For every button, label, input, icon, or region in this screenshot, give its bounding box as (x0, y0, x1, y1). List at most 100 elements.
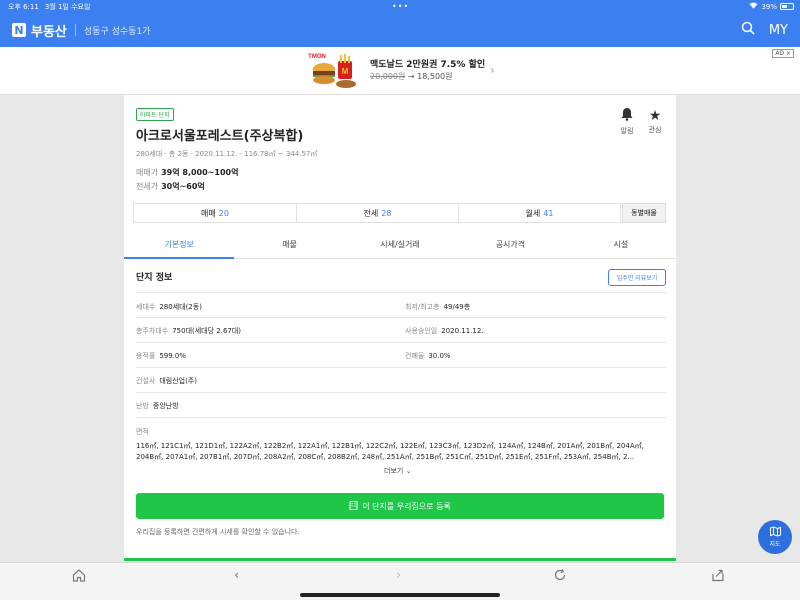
battery-icon (780, 3, 794, 10)
info-value: 750대(세대당 2.67대) (172, 327, 242, 335)
ad-title[interactable]: 맥도날드 2만원권 7.5% 할인 (370, 57, 485, 70)
location-label[interactable]: 성동구 성수동1가 (84, 24, 151, 37)
section-title: 단지 정보 (136, 273, 173, 283)
info-approval-date: 사용승인일 2020.11.12. (405, 326, 484, 336)
trade-label: 매매 (201, 208, 216, 218)
divider (136, 392, 666, 393)
naver-logo[interactable]: N (12, 23, 26, 37)
share-icon[interactable] (711, 568, 725, 586)
tab-listings[interactable]: 매물 (234, 230, 344, 258)
trade-label: 전세 (363, 208, 379, 218)
status-bar: 오후 6:11 3월 1일 수요일 ••• 39% (0, 0, 800, 13)
area-list-line: 204B㎡, 207A1㎡, 207B1㎡, 207D㎡, 208A2㎡, 20… (136, 453, 635, 461)
chevron-down-icon: ⌄ (405, 467, 412, 475)
divider (136, 367, 666, 368)
favorite-button[interactable]: ★ 관심 (643, 107, 667, 135)
map-button[interactable]: 지도 (758, 520, 792, 554)
info-label: 사용승인일 (405, 327, 438, 335)
wifi-icon (749, 2, 758, 11)
sale-price-value: 39억 8,000~100억 (161, 168, 239, 177)
tab-bar: 기본정보 매물 시세/실거래 공시가격 시설 (124, 230, 676, 259)
home-icon[interactable] (72, 568, 86, 586)
complex-title: 아크로서울포레스트(주상복합) (136, 129, 304, 144)
more-label: 더보기 (384, 467, 404, 475)
info-value: 대림산업(주) (159, 377, 197, 385)
tab-price-transactions[interactable]: 시세/실거래 (345, 230, 455, 258)
ad-price: 20,000원 → 18,500원 (370, 71, 453, 82)
building-icon (349, 500, 358, 512)
my-button[interactable]: MY (769, 23, 788, 38)
alarm-label: 알림 (620, 127, 634, 135)
ad-old-price: 20,000원 (370, 72, 406, 81)
status-time: 오후 6:11 (8, 2, 39, 11)
chevron-left-icon[interactable]: ‹ (234, 568, 239, 583)
tab-basic-info[interactable]: 기본정보 (124, 230, 235, 259)
svg-text:TMON: TMON (308, 54, 326, 60)
trade-sale-tab[interactable]: 매매 20 (133, 203, 297, 223)
area-list-line: 116㎡, 121C1㎡, 121D1㎡, 122A2㎡, 122B2㎡, 12… (136, 442, 644, 450)
trade-count-bar: 매매 20 전세 28 월세 41 (133, 203, 621, 223)
battery-percent: 39% (761, 2, 777, 11)
refresh-icon[interactable] (553, 568, 567, 586)
star-icon: ★ (648, 108, 662, 124)
svg-text:M: M (342, 67, 349, 76)
complex-meta: 280세대 · 총 2동 · 2020.11.12. · 116.78㎡ ~ 3… (136, 150, 318, 158)
info-parking: 총주차대수 750대(세대당 2.67대) (136, 326, 241, 336)
trade-monthly-tab[interactable]: 월세 41 (458, 203, 621, 223)
map-icon (769, 526, 781, 539)
register-home-button[interactable]: 이 단지를 우리집으로 등록 (136, 493, 664, 519)
complex-card: 아파트·단지 아크로서울포레스트(주상복합) 280세대 · 총 2동 · 20… (124, 95, 676, 561)
trade-count: 20 (218, 208, 229, 218)
tab-facilities[interactable]: 시설 (566, 230, 676, 258)
home-indicator[interactable] (300, 593, 500, 597)
divider (136, 317, 666, 318)
info-label: 건폐율 (405, 352, 425, 360)
info-label: 난방 (136, 402, 149, 410)
info-households: 세대수 280세대(2동) (136, 302, 202, 312)
divider (136, 292, 666, 293)
trade-jeonse-tab[interactable]: 전세 28 (296, 203, 459, 223)
jeonse-price-label: 전세가 (136, 182, 159, 191)
info-heating: 난방 중앙난방 (136, 401, 179, 411)
sale-price-row: 매매가 39억 8,000~100억 (136, 167, 238, 178)
favorite-label: 관심 (648, 126, 662, 134)
register-home-label: 이 단지를 우리집으로 등록 (362, 501, 451, 511)
brand-title[interactable]: 부동산 (31, 21, 67, 40)
resident-review-button[interactable]: 입주민 리뷰보기 (608, 269, 666, 286)
top-nav-bar: N 부동산 성동구 성수동1가 MY (0, 13, 800, 47)
info-label: 용적률 (136, 352, 156, 360)
info-label: 건설사 (136, 377, 156, 385)
info-value: 중앙난방 (152, 402, 179, 410)
bell-icon (615, 107, 639, 126)
status-date: 3월 1일 수요일 (44, 2, 91, 11)
same-building-button[interactable]: 동별매물 (622, 203, 666, 223)
chevron-right-icon[interactable]: › (490, 63, 495, 77)
info-floor-area-ratio: 용적률 599.0% (136, 351, 186, 361)
green-strip (124, 558, 676, 561)
divider (136, 417, 666, 418)
ad-new-price: 18,500원 (417, 72, 453, 81)
chevron-right-icon[interactable]: › (396, 568, 401, 583)
info-building-coverage: 건폐율 30.0% (405, 351, 451, 361)
info-label: 면적 (136, 428, 149, 436)
info-label: 총주차대수 (136, 327, 169, 335)
trade-count: 28 (381, 208, 392, 218)
alarm-button[interactable]: 알림 (615, 107, 639, 136)
nav-divider (74, 24, 76, 36)
multitask-dots-icon[interactable]: ••• (392, 2, 409, 11)
tab-official-price[interactable]: 공시가격 (455, 230, 565, 258)
info-floors: 최저/최고층 49/49층 (405, 302, 470, 312)
more-button[interactable]: 더보기 ⌄ (384, 466, 411, 476)
register-note: 우리집을 등록하면 간편하게 시세를 확인할 수 있습니다. (136, 528, 300, 536)
browser-toolbar: ‹ › (0, 562, 800, 600)
info-value: 30.0% (428, 352, 451, 360)
search-icon[interactable] (741, 21, 755, 39)
ad-close-badge[interactable]: AD × (772, 49, 794, 58)
ad-banner[interactable]: TMON M 맥도날드 2만원권 7.5% 할인 20,000원 → 18,50… (0, 47, 800, 95)
info-label: 최저/최고층 (405, 303, 440, 311)
info-builder: 건설사 대림산업(주) (136, 376, 197, 386)
info-label: 세대수 (136, 303, 156, 311)
info-value: 599.0% (159, 352, 187, 360)
map-label: 지도 (769, 541, 781, 548)
jeonse-price-row: 전세가 30억~60억 (136, 181, 205, 192)
